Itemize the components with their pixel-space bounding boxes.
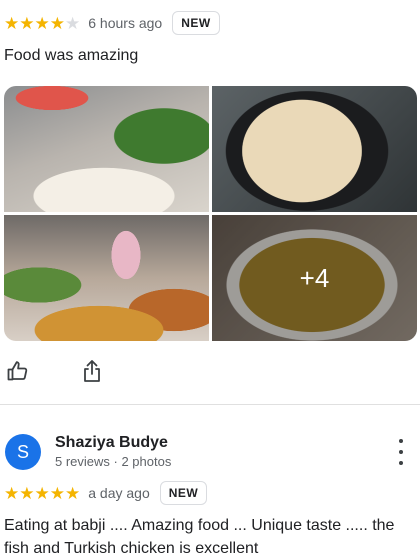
review-time: a day ago	[88, 485, 150, 501]
review-text: Food was amazing	[4, 47, 139, 64]
review-photo-3[interactable]	[4, 215, 209, 341]
new-badge: NEW	[172, 11, 220, 35]
star-icon: ★	[19, 483, 35, 503]
more-options-icon[interactable]	[394, 439, 408, 465]
review-actions	[4, 357, 106, 385]
review-time: 6 hours ago	[88, 15, 163, 31]
star-icon: ★	[49, 13, 65, 33]
like-button[interactable]	[4, 357, 32, 385]
star-icon: ★	[4, 483, 20, 503]
share-button[interactable]	[78, 357, 106, 385]
star-icon: ★	[34, 483, 50, 503]
review-photo-2[interactable]	[212, 86, 417, 212]
photo-grid: +4	[4, 86, 417, 341]
review-photo-1[interactable]	[4, 86, 209, 212]
star-empty-icon: ★	[65, 13, 81, 33]
reviewer-name[interactable]: Shaziya Budye	[55, 434, 168, 452]
avatar[interactable]: S	[5, 434, 41, 470]
new-badge: NEW	[159, 481, 208, 505]
divider	[0, 404, 420, 405]
reviewer-stats: 5 reviews · 2 photos	[55, 454, 172, 469]
review-text: Eating at babji .... Amazing food ... Un…	[4, 517, 395, 557]
rating-stars: ★ ★ ★ ★ ★	[4, 15, 80, 32]
star-icon: ★	[4, 13, 20, 33]
rating-stars: ★ ★ ★ ★ ★	[4, 485, 80, 502]
review-meta: ★ ★ ★ ★ ★ a day ago NEW	[4, 480, 208, 506]
more-photos-count[interactable]: +4	[212, 215, 417, 341]
star-icon: ★	[34, 13, 50, 33]
star-icon: ★	[49, 483, 65, 503]
share-icon	[84, 360, 100, 382]
review-meta: ★ ★ ★ ★ ★ 6 hours ago NEW	[4, 10, 220, 36]
star-icon: ★	[19, 13, 35, 33]
star-icon: ★	[65, 483, 81, 503]
thumbs-up-icon	[7, 361, 28, 381]
